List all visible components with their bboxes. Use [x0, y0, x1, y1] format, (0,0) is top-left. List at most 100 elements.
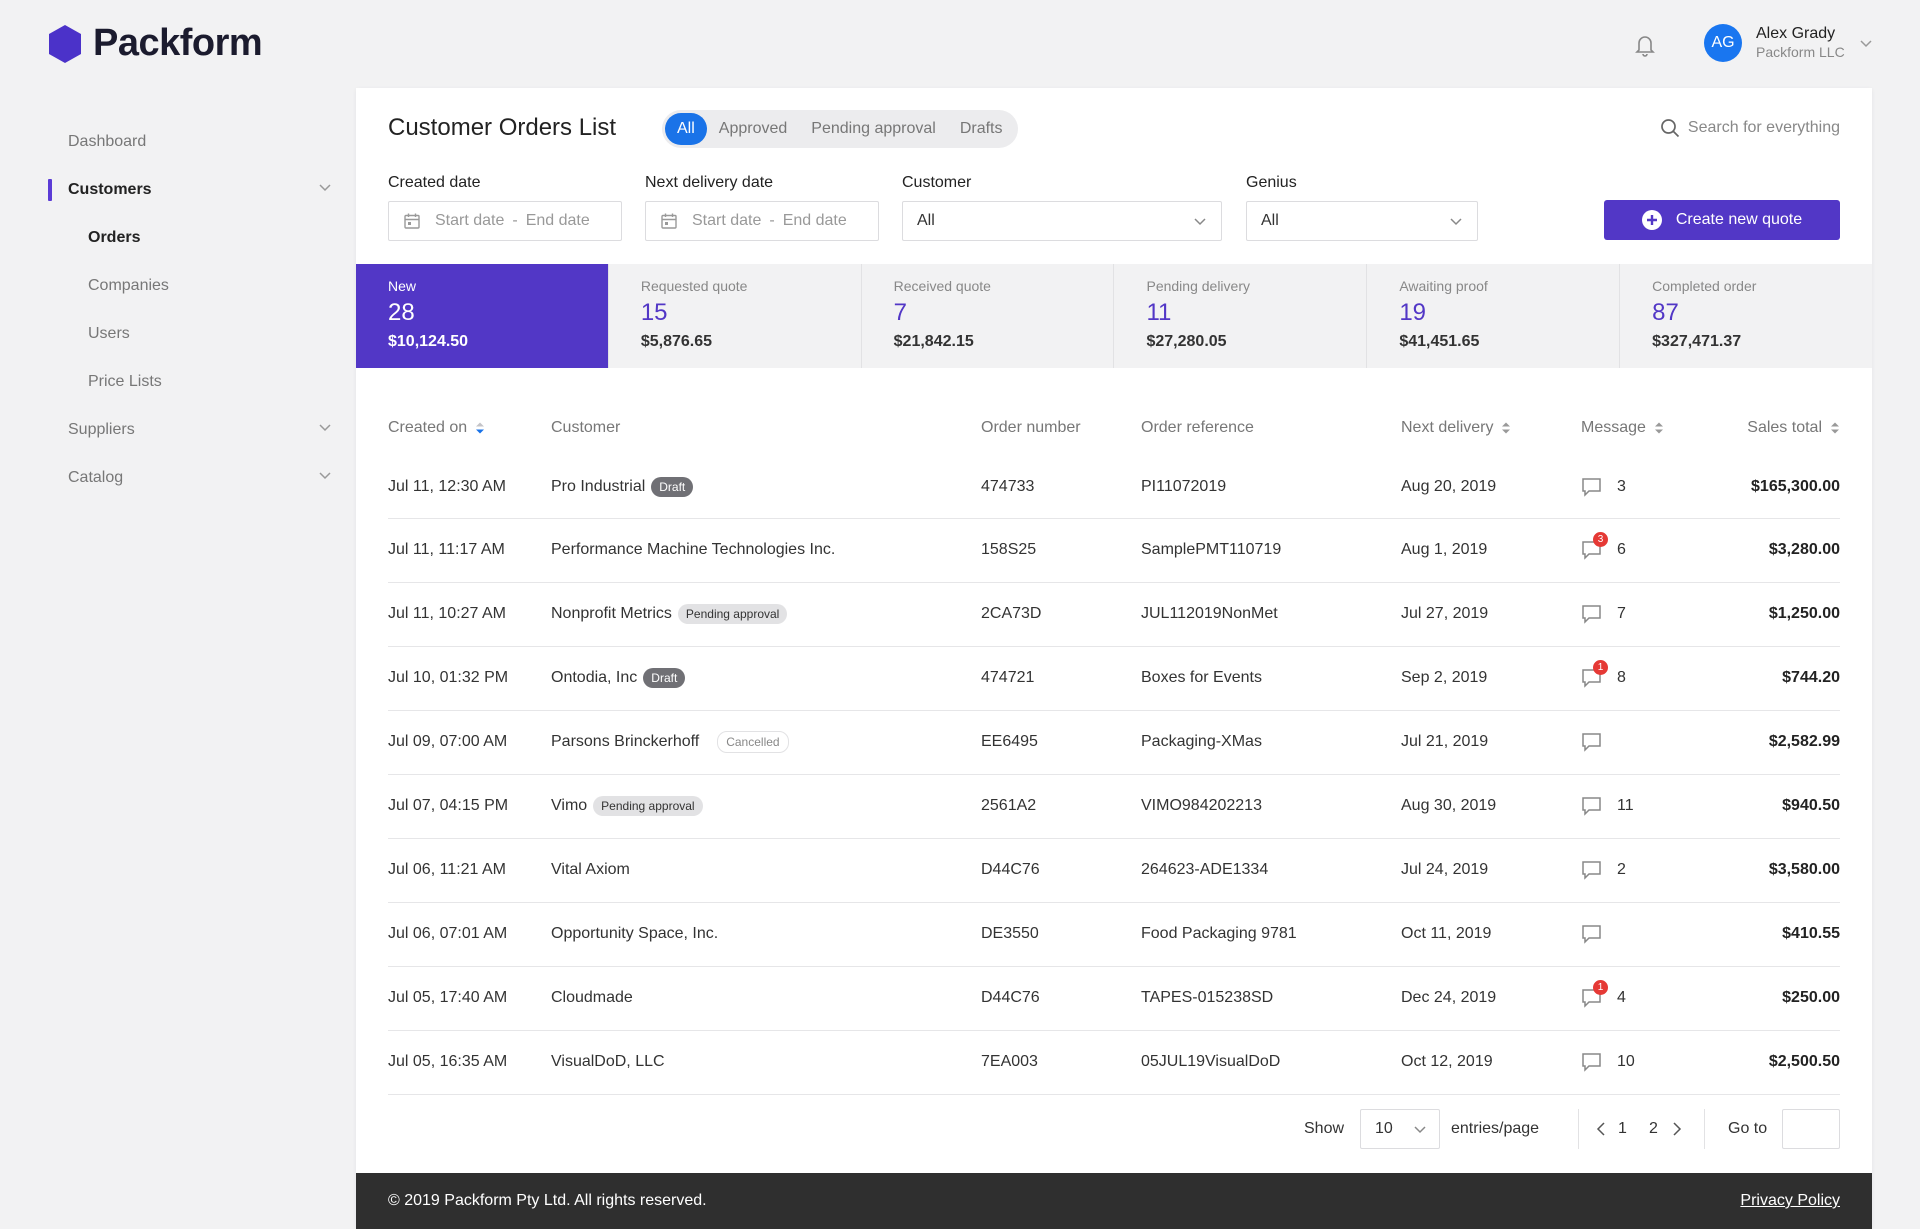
stat-label: Received quote [893, 278, 991, 294]
message-icon[interactable]: 3 [1581, 532, 1608, 560]
genius-select[interactable]: All [1246, 201, 1478, 241]
page-1-link[interactable]: 1 [1618, 1120, 1627, 1138]
create-button-label: Create new quote [1675, 211, 1803, 228]
cell-message[interactable] [1581, 902, 1721, 967]
table-row[interactable]: Jul 11, 11:17 AM Performance Machine Tech… [388, 518, 1840, 583]
cell-created-on: Jul 06, 07:01 AM [388, 902, 551, 967]
user-menu[interactable]: AG Alex Grady Packform LLC [1704, 24, 1873, 62]
table-row[interactable]: Jul 06, 07:01 AM Opportunity Space, Inc. D… [388, 902, 1840, 967]
privacy-policy-link[interactable]: Privacy Policy [1740, 1192, 1840, 1210]
chevron-left-icon[interactable] [1596, 1120, 1606, 1138]
per-page-value: 10 [1375, 1120, 1393, 1137]
search-input[interactable]: Search for everything [1660, 118, 1840, 138]
cell-message[interactable]: 2 [1581, 838, 1721, 903]
column-header-next-delivery[interactable]: Next delivery [1401, 400, 1581, 456]
stat-new[interactable]: New 28 $10,124.50 [356, 264, 609, 368]
tab-all[interactable]: All [665, 113, 707, 145]
status-badge: Draft [643, 668, 686, 688]
cell-sales-total: $1,250.00 [1721, 582, 1840, 647]
sidebar-item-dashboard[interactable]: Dashboard [48, 118, 338, 166]
logo[interactable]: Packform [47, 22, 263, 65]
sidebar-item-price-lists[interactable]: Price Lists [48, 358, 338, 406]
table-row[interactable]: Jul 06, 11:21 AM Vital Axiom D44C76 264623-… [388, 838, 1840, 903]
sidebar-item-suppliers[interactable]: Suppliers [48, 406, 338, 454]
column-header-sales-total[interactable]: Sales total [1721, 400, 1840, 456]
pager-divider [1704, 1109, 1705, 1149]
cell-message[interactable]: 18 [1581, 646, 1721, 711]
cell-next-delivery: Aug 1, 2019 [1401, 518, 1581, 583]
header-label: Customer [551, 419, 621, 436]
message-icon[interactable]: 1 [1581, 980, 1608, 1008]
customer-select-value: All [917, 212, 935, 229]
sidebar-item-catalog[interactable]: Catalog [48, 454, 338, 502]
cell-message[interactable]: 14 [1581, 966, 1721, 1031]
tab-approved[interactable]: Approved [707, 113, 800, 145]
stat-requested-quote[interactable]: Requested quote 15 $5,876.65 [609, 264, 862, 368]
cell-message[interactable]: 36 [1581, 518, 1721, 583]
cell-order-reference: SamplePMT110719 [1141, 518, 1401, 583]
message-icon[interactable] [1581, 860, 1603, 880]
chevron-right-icon[interactable] [1672, 1120, 1682, 1138]
stat-received-quote[interactable]: Received quote 7 $21,842.15 [862, 264, 1115, 368]
pagination: Show 10 entries/page 1 2 Go to [356, 1109, 1872, 1149]
table-row[interactable]: Jul 09, 07:00 AM Parsons Brinckerhoff Canc… [388, 710, 1840, 775]
cell-sales-total: $165,300.00 [1721, 456, 1840, 519]
search-icon [1661, 119, 1680, 138]
sidebar-item-orders[interactable]: Orders [48, 214, 338, 262]
copyright-text: © 2019 Packform Pty Ltd. All rights rese… [388, 1192, 707, 1209]
cell-message[interactable]: 7 [1581, 582, 1721, 647]
per-page-select[interactable]: 10 [1360, 1109, 1440, 1149]
chevron-down-icon [319, 424, 331, 432]
chevron-down-icon [1450, 218, 1462, 226]
page-2-link[interactable]: 2 [1649, 1120, 1658, 1138]
cell-message[interactable]: 11 [1581, 774, 1721, 839]
orders-table: Created on Customer Order number Order r… [388, 400, 1840, 1095]
stat-pending-delivery[interactable]: Pending delivery 11 $27,280.05 [1114, 264, 1368, 368]
stat-count: 28 [388, 299, 415, 326]
message-icon[interactable]: 1 [1581, 660, 1608, 688]
sidebar-item-companies[interactable]: Companies [48, 262, 338, 310]
calendar-icon [661, 213, 677, 229]
goto-label: Go to [1728, 1120, 1768, 1137]
table-row[interactable]: Jul 10, 01:32 PM Ontodia, Inc Draft 474721 B… [388, 646, 1840, 711]
stat-completed-order[interactable]: Completed order 87 $327,471.37 [1620, 264, 1872, 368]
sidebar-item-customers[interactable]: Customers [48, 166, 338, 214]
table-row[interactable]: Jul 11, 10:27 AM Nonprofit Metrics Pending… [388, 582, 1840, 647]
message-icon[interactable] [1581, 477, 1603, 497]
sidebar-item-users[interactable]: Users [48, 310, 338, 358]
cell-created-on: Jul 11, 12:30 AM [388, 456, 551, 519]
table-row[interactable]: Jul 07, 04:15 PM Vimo Pending approval 2561… [388, 774, 1840, 839]
create-new-quote-button[interactable]: Create new quote [1604, 200, 1840, 240]
message-icon[interactable] [1581, 924, 1603, 944]
tab-pending-approval[interactable]: Pending approval [799, 113, 948, 145]
cell-order-number: D44C76 [981, 838, 1141, 903]
stat-label: Requested quote [640, 278, 748, 294]
message-icon[interactable] [1581, 796, 1603, 816]
cell-created-on: Jul 06, 11:21 AM [388, 838, 551, 903]
column-header-message[interactable]: Message [1581, 400, 1721, 456]
column-header-customer: Customer [551, 400, 981, 456]
tab-drafts[interactable]: Drafts [948, 113, 1015, 145]
customer-name: VisualDoD, LLC [551, 1053, 665, 1070]
message-icon[interactable] [1581, 604, 1603, 624]
message-count: 11 [1617, 797, 1634, 814]
column-header-created-on[interactable]: Created on [388, 400, 551, 456]
message-icon[interactable] [1581, 732, 1603, 752]
cell-message[interactable]: 3 [1581, 456, 1721, 519]
bell-icon[interactable] [1634, 33, 1656, 62]
goto-page-input[interactable] [1782, 1109, 1840, 1149]
delivery-date-range-input[interactable]: Start date - End date [645, 201, 879, 241]
table-row[interactable]: Jul 05, 17:40 AM Cloudmade D44C76 TAPES-015… [388, 966, 1840, 1031]
status-badge: Pending approval [593, 796, 703, 816]
unread-badge: 1 [1593, 660, 1608, 675]
table-row[interactable]: Jul 05, 16:35 AM VisualDoD, LLC 7EA003 05JU… [388, 1030, 1840, 1095]
stat-amount: $41,451.65 [1399, 333, 1480, 350]
cell-message[interactable] [1581, 710, 1721, 775]
message-icon[interactable] [1581, 1052, 1603, 1072]
entries-per-page-label: entries/page [1451, 1120, 1540, 1137]
cell-message[interactable]: 10 [1581, 1030, 1721, 1095]
customer-select[interactable]: All [902, 201, 1222, 241]
stat-awaiting-proof[interactable]: Awaiting proof 19 $41,451.65 [1367, 264, 1621, 368]
table-row[interactable]: Jul 11, 12:30 AM Pro Industrial Draft 47473… [388, 456, 1840, 519]
created-date-range-input[interactable]: Start date - End date [388, 201, 622, 241]
